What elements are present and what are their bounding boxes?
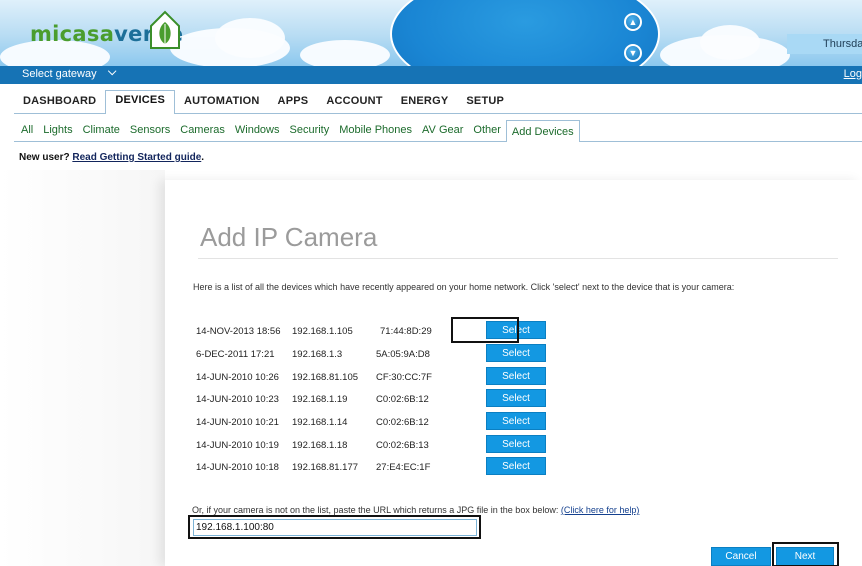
new-user-notice: New user? Read Getting Started guide. (19, 152, 205, 163)
device-mac: 71:44:8D:29 (380, 326, 432, 337)
subtab-lights[interactable]: Lights (38, 120, 77, 142)
device-ip: 192.168.1.18 (292, 440, 348, 451)
device-ip: 192.168.1.3 (292, 349, 343, 360)
device-date: 14-JUN-2010 10:18 (196, 462, 279, 473)
select-button[interactable]: Select (486, 412, 546, 430)
subtab-climate[interactable]: Climate (78, 120, 125, 142)
cancel-button[interactable]: Cancel (711, 547, 771, 566)
subtab-sensors[interactable]: Sensors (125, 120, 175, 142)
tab-dashboard[interactable]: DASHBOARD (14, 90, 105, 114)
tab-setup[interactable]: SETUP (457, 90, 513, 114)
intro-text: Here is a list of all the devices which … (193, 282, 735, 292)
scroll-down-icon[interactable]: ▼ (624, 44, 642, 62)
tab-energy[interactable]: ENERGY (392, 90, 458, 114)
chevron-down-icon[interactable]: ⌵ (108, 66, 116, 79)
device-date: 14-JUN-2010 10:19 (196, 440, 279, 451)
subtab-other[interactable]: Other (468, 120, 506, 142)
device-date: 14-JUN-2010 10:21 (196, 417, 279, 428)
leaf-house-icon (150, 10, 180, 49)
add-ip-camera-dialog: Add IP Camera Here is a list of all the … (165, 180, 862, 566)
subtab-cameras[interactable]: Cameras (175, 120, 230, 142)
logout-link[interactable]: Log (844, 68, 862, 80)
device-mac: C0:02:6B:12 (376, 417, 429, 428)
device-ip: 192.168.81.105 (292, 372, 359, 383)
app-root: micasaverde ▲ ▼ Thursda Select gateway ⌵… (0, 0, 862, 566)
highlight-box (772, 542, 839, 566)
header-banner: micasaverde ▲ ▼ Thursda (0, 0, 862, 66)
scroll-up-icon[interactable]: ▲ (624, 13, 642, 31)
select-button[interactable]: Select (486, 457, 546, 475)
title-divider (198, 258, 838, 259)
select-button[interactable]: Select (486, 435, 546, 453)
manual-url-instructions: Or, if your camera is not on the list, p… (192, 505, 640, 515)
banner-globe (390, 0, 660, 66)
device-mac: C0:02:6B:12 (376, 394, 429, 405)
tab-account[interactable]: ACCOUNT (317, 90, 391, 114)
getting-started-link[interactable]: Read Getting Started guide (72, 152, 201, 163)
device-date: 14-JUN-2010 10:23 (196, 394, 279, 405)
subtab-mobile-phones[interactable]: Mobile Phones (334, 120, 417, 142)
select-gateway-dropdown[interactable]: Select gateway (22, 68, 97, 80)
subtab-add-devices[interactable]: Add Devices (505, 120, 580, 142)
select-button[interactable]: Select (486, 344, 546, 362)
device-ip: 192.168.81.177 (292, 462, 359, 473)
help-link[interactable]: (Click here for help) (561, 505, 640, 515)
tab-automation[interactable]: AUTOMATION (175, 90, 269, 114)
tab-apps[interactable]: APPS (269, 90, 318, 114)
device-mac: CF:30:CC:7F (376, 372, 432, 383)
device-mac: 5A:05:9A:D8 (376, 349, 430, 360)
select-button[interactable]: Select (486, 367, 546, 385)
device-ip: 192.168.1.19 (292, 394, 348, 405)
subtab-security[interactable]: Security (285, 120, 335, 142)
dialog-title: Add IP Camera (200, 222, 378, 252)
device-ip: 192.168.1.105 (292, 326, 353, 337)
highlight-box (188, 515, 481, 539)
main-tabs: DASHBOARD DEVICES AUTOMATION APPS ACCOUN… (14, 90, 513, 114)
device-date: 14-JUN-2010 10:26 (196, 372, 279, 383)
device-date: 6-DEC-2011 17:21 (196, 349, 275, 360)
select-button[interactable]: Select (486, 389, 546, 407)
highlight-box (451, 317, 519, 343)
gateway-bar: Select gateway ⌵ Log (0, 66, 862, 84)
tab-devices[interactable]: DEVICES (105, 90, 176, 114)
date-display: Thursda (787, 34, 862, 54)
device-mac: 27:E4:EC:1F (376, 462, 431, 473)
subtab-av-gear[interactable]: AV Gear (417, 120, 468, 142)
device-category-tabs: All Lights Climate Sensors Cameras Windo… (16, 120, 580, 142)
subtab-all[interactable]: All (16, 120, 38, 142)
device-ip: 192.168.1.14 (292, 417, 348, 428)
subtab-windows[interactable]: Windows (230, 120, 285, 142)
device-mac: C0:02:6B:13 (376, 440, 429, 451)
overlay-shade (0, 170, 165, 566)
device-date: 14-NOV-2013 18:56 (196, 326, 281, 337)
